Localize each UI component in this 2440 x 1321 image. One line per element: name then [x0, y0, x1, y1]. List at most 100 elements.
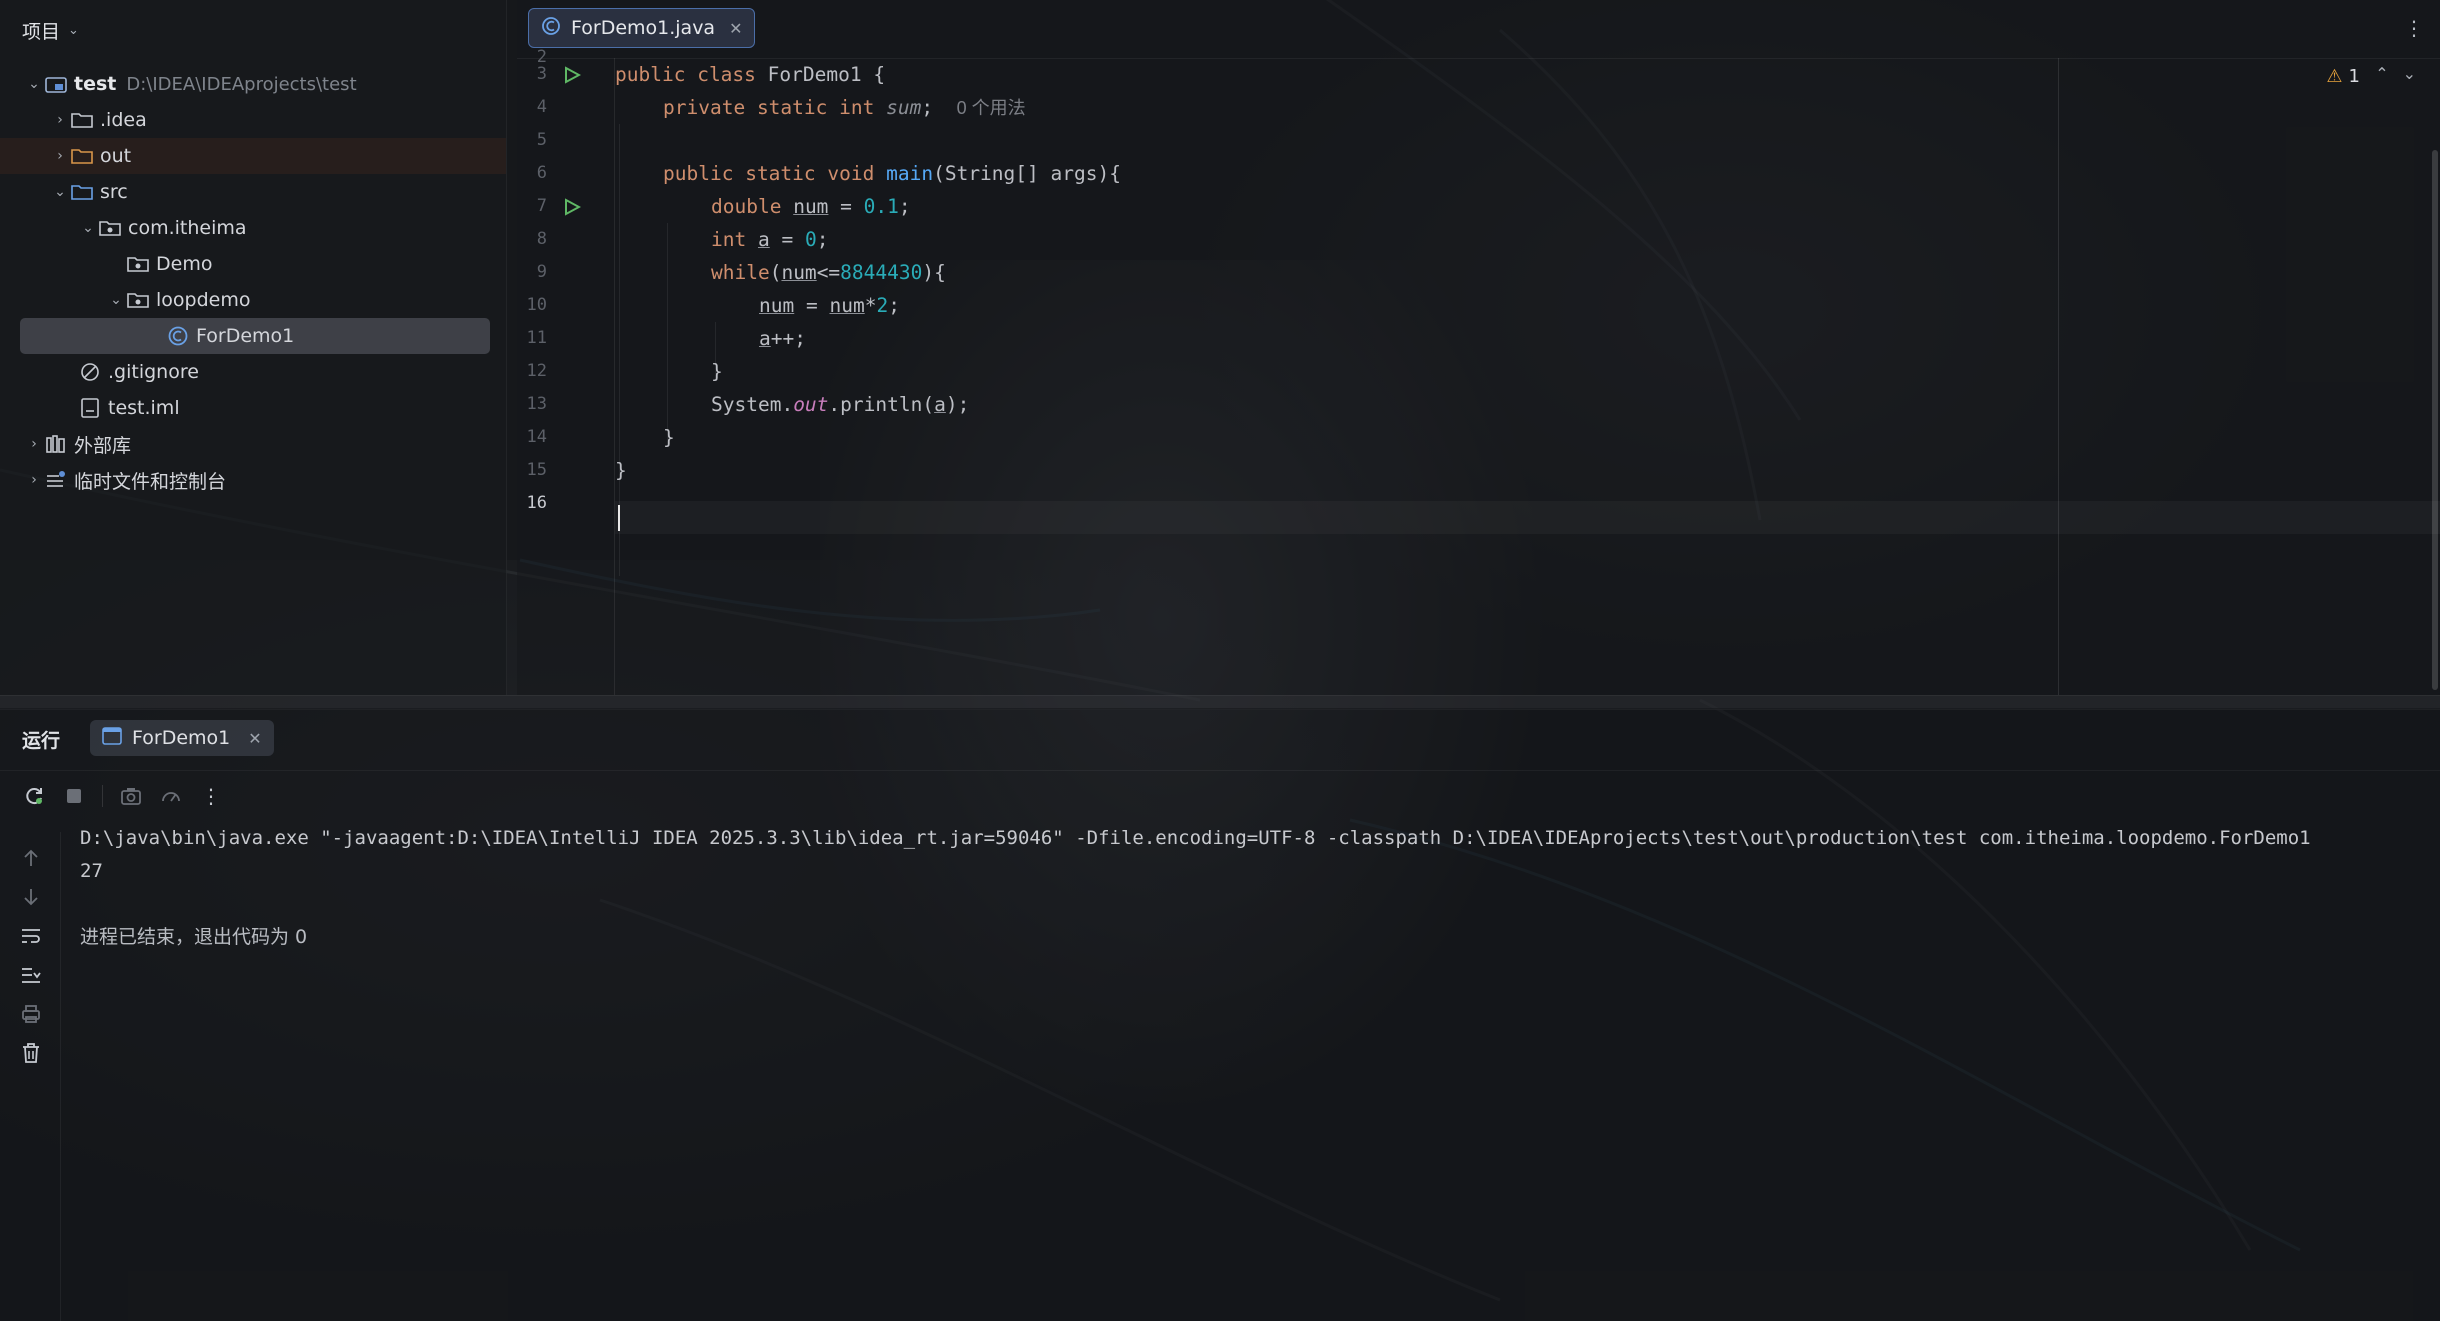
- chevron-down-icon[interactable]: ⌄: [24, 76, 44, 92]
- code-line-11: a++;: [759, 327, 806, 350]
- console-side-toolbar: [0, 832, 61, 1321]
- right-margin-guide: [2058, 58, 2059, 695]
- rerun-icon[interactable]: [22, 784, 46, 808]
- editor-tab-label: ForDemo1.java: [571, 17, 716, 39]
- toolbar-separator: [102, 785, 103, 807]
- more-options-icon[interactable]: ⋮: [2404, 16, 2424, 40]
- line-number: 4: [536, 97, 547, 117]
- ignore-file-icon: [78, 361, 102, 383]
- scratch-icon: [44, 469, 68, 491]
- code-line-9: while(num<=8844430){: [711, 261, 946, 284]
- editor-scrollbar[interactable]: [2432, 150, 2438, 690]
- tree-item-idea[interactable]: › .idea: [0, 102, 506, 138]
- line-number: 14: [526, 427, 547, 447]
- run-header: 运行 ForDemo1 ✕: [0, 708, 2440, 771]
- folder-orange-icon: [70, 145, 94, 167]
- tree-item-label: .idea: [100, 109, 147, 131]
- tree-item-loopdemo[interactable]: ⌄ loopdemo: [0, 282, 506, 318]
- line-number: 5: [536, 130, 547, 150]
- stop-icon[interactable]: [62, 784, 86, 808]
- chevron-down-icon: ⌄: [68, 22, 79, 38]
- library-icon: [44, 433, 68, 455]
- iml-file-icon: [78, 397, 102, 419]
- chevron-down-icon[interactable]: ⌄: [78, 220, 98, 236]
- tree-item-label: src: [100, 181, 128, 203]
- tree-item-test[interactable]: ⌄ test D:\IDEA\IDEAprojects\test: [0, 66, 506, 102]
- console-exit-message: 进程已结束，退出代码为 0: [80, 926, 308, 948]
- run-main-icon[interactable]: [561, 190, 583, 223]
- print-icon[interactable]: [19, 1002, 43, 1026]
- source-folder-icon: [70, 181, 94, 203]
- run-class-icon[interactable]: [561, 58, 583, 91]
- tree-item-scratches[interactable]: › 临时文件和控制台: [0, 462, 506, 498]
- chevron-right-icon[interactable]: ›: [50, 112, 70, 128]
- code-line-8: int a = 0;: [711, 228, 829, 251]
- warning-count: 1: [2348, 66, 2360, 87]
- code-line-6: public static void main(String[] args){: [663, 162, 1121, 185]
- tree-item-label: com.itheima: [128, 217, 247, 239]
- line-number: 7: [536, 196, 547, 216]
- editor-gutter[interactable]: 2 3 4 5 6 7 8 9 10 11 12 13 14 15 16: [517, 47, 615, 695]
- close-icon[interactable]: ✕: [248, 729, 261, 748]
- tree-item-gitignore[interactable]: .gitignore: [0, 354, 506, 390]
- editor-tab-bar: ForDemo1.java ✕ ⋮: [517, 0, 2440, 59]
- arrow-down-icon[interactable]: [19, 885, 43, 909]
- chevron-right-icon[interactable]: ›: [50, 148, 70, 164]
- run-tab-label: ForDemo1: [132, 727, 231, 749]
- tree-item-external-libraries[interactable]: › 外部库: [0, 426, 506, 462]
- java-class-icon: [166, 325, 190, 347]
- camera-icon[interactable]: [119, 784, 143, 808]
- code-line-15: }: [615, 459, 627, 482]
- code-line-12: }: [711, 360, 723, 383]
- trash-icon[interactable]: [19, 1041, 43, 1065]
- profiler-icon[interactable]: [159, 784, 183, 808]
- arrow-up-icon[interactable]: [19, 846, 43, 870]
- module-folder-icon: [44, 73, 68, 95]
- tree-item-out[interactable]: › out: [0, 138, 506, 174]
- tree-item-label: test.iml: [108, 397, 180, 419]
- tree-item-path: D:\IDEA\IDEAprojects\test: [126, 73, 357, 95]
- tree-item-label: loopdemo: [156, 289, 251, 311]
- project-view-selector[interactable]: 项目 ⌄: [22, 16, 79, 44]
- chevron-right-icon[interactable]: ›: [24, 436, 44, 452]
- tree-item-label: 临时文件和控制台: [74, 470, 227, 493]
- line-number: 15: [526, 460, 547, 480]
- chevron-down-icon[interactable]: ⌄: [106, 292, 126, 308]
- inspection-widget[interactable]: ⚠ 1: [2326, 66, 2360, 87]
- package-icon: [126, 253, 150, 275]
- chevron-down-icon[interactable]: ⌄: [2403, 64, 2430, 83]
- console-result-line: 27: [80, 860, 103, 882]
- tree-item-label: .gitignore: [108, 361, 199, 383]
- line-number: 8: [536, 229, 547, 249]
- tree-item-test-iml[interactable]: test.iml: [0, 390, 506, 426]
- line-number-current: 16: [526, 493, 547, 513]
- tree-item-label: 外部库: [74, 434, 132, 457]
- code-line-4: private static int sum; 0 个用法: [663, 96, 1026, 119]
- editor-tab-fordemo1[interactable]: ForDemo1.java ✕: [528, 8, 756, 48]
- scroll-to-end-icon[interactable]: [19, 963, 43, 987]
- chevron-right-icon[interactable]: ›: [24, 472, 44, 488]
- chevron-up-icon[interactable]: ⌃: [2375, 64, 2402, 83]
- application-config-icon: [102, 726, 122, 750]
- soft-wrap-icon[interactable]: [19, 924, 43, 948]
- tree-item-demo[interactable]: Demo: [0, 246, 506, 282]
- tree-item-label: Demo: [156, 253, 213, 275]
- more-options-icon[interactable]: ⋮: [199, 784, 223, 808]
- project-panel: 项目 ⌄ ⌄ test D:\IDEA\IDEAprojects\test › …: [0, 0, 507, 695]
- chevron-down-icon[interactable]: ⌄: [50, 184, 70, 200]
- code-line-13: System.out.println(a);: [711, 393, 970, 416]
- close-icon[interactable]: ✕: [729, 19, 742, 38]
- line-number: 13: [526, 394, 547, 414]
- code-line-10: num = num*2;: [759, 294, 900, 317]
- console-output[interactable]: D:\java\bin\java.exe "-javaagent:D:\IDEA…: [80, 822, 2311, 954]
- tree-item-label: test: [74, 73, 117, 95]
- indent-guide: [667, 223, 668, 444]
- run-tool-window: 运行 ForDemo1 ✕ ⋮ D:\java\bin\java.exe "-j…: [0, 708, 2440, 1321]
- line-number: 11: [526, 328, 547, 348]
- tree-item-src[interactable]: ⌄ src: [0, 174, 506, 210]
- tree-item-fordemo1[interactable]: ForDemo1: [20, 318, 490, 354]
- run-tab-fordemo1[interactable]: ForDemo1 ✕: [90, 720, 274, 756]
- tree-item-com-itheima[interactable]: ⌄ com.itheima: [0, 210, 506, 246]
- line-number: 12: [526, 361, 547, 381]
